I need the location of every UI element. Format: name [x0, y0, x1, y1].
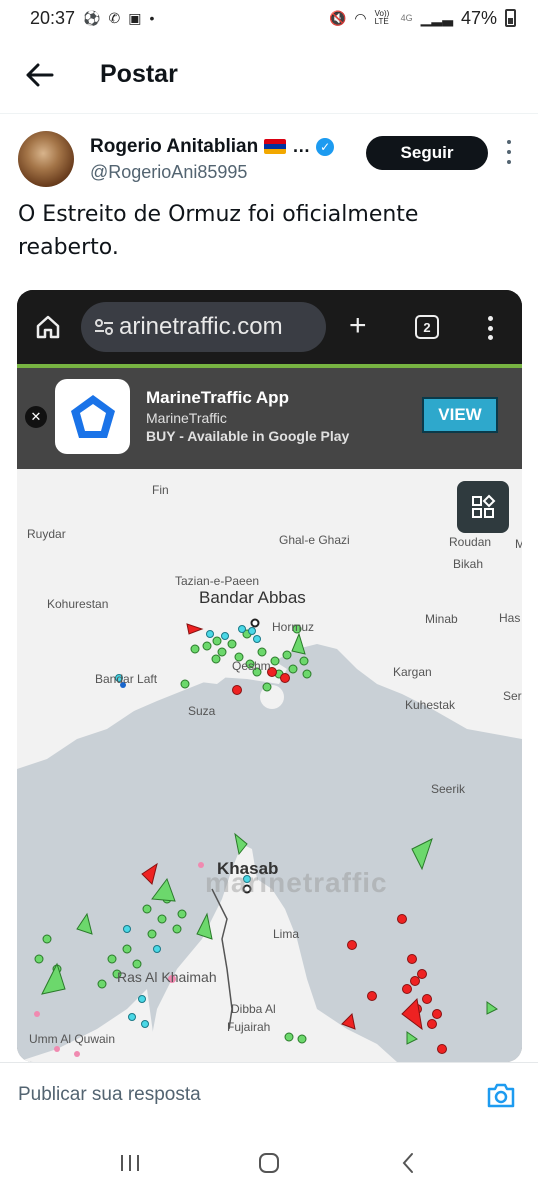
map-label-ruydar: Ruydar — [27, 527, 66, 541]
follow-button[interactable]: Seguir — [366, 136, 488, 170]
map-label-bandar-laft: Bandar Laft — [95, 672, 158, 686]
map-label-ras-al-khaimah: Ras Al Khaimah — [117, 969, 217, 985]
banner-publisher: MarineTraffic — [146, 410, 227, 426]
back-nav-button[interactable] — [388, 1143, 428, 1183]
notification-dot-icon: • — [149, 10, 155, 26]
map-label-minab: Minab — [425, 612, 458, 626]
reply-input[interactable]: Publicar sua resposta — [18, 1084, 201, 1106]
camera-icon[interactable] — [486, 1081, 516, 1109]
signal-icon: ▁▂▃ — [420, 9, 453, 26]
verified-badge-icon: ✓ — [316, 137, 335, 156]
marinetraffic-logo — [55, 379, 130, 454]
map-label-khasab: Khasab — [217, 859, 279, 878]
gallery-icon: ▣ — [128, 9, 142, 26]
post-text: O Estreito de Ormuz foi oficialmente rea… — [18, 202, 419, 260]
map-label-fujairah: Fujairah — [227, 1020, 271, 1034]
port-bandar-abbas — [250, 618, 260, 628]
post-image[interactable]: arinetraffic.com + 2 ✕ MarineTraffic App… — [17, 290, 522, 1062]
home-icon — [36, 315, 60, 339]
map: Fin Ruydar Ghal-e Ghazi Roudan Bikah M T… — [17, 469, 522, 1062]
map-label-umm-al-quwain: Umm Al Quwain — [29, 1032, 116, 1046]
post-author: Rogerio Anitablian … ✓ @RogerioAni85995 … — [18, 128, 522, 190]
map-label-seerik: Seerik — [431, 782, 466, 796]
status-bar: 20:37 ⚽ ✆ ▣ • 🔇 ◠ Vo)) LTE 4G ▁▂▃ 47% — [0, 0, 538, 36]
map-label-qeshm: Qeshm — [232, 659, 271, 673]
arrow-left-icon — [26, 63, 54, 86]
status-right: 🔇 ◠ Vo)) LTE 4G ▁▂▃ 47% — [329, 8, 516, 29]
name-ellipsis: … — [292, 136, 311, 156]
more-options-icon[interactable] — [506, 140, 512, 164]
pentagon-logo-icon — [70, 394, 115, 438]
map-label-bandar-abbas: Bandar Abbas — [199, 588, 306, 607]
banner-title: MarineTraffic App — [146, 388, 289, 407]
browser-toolbar: arinetraffic.com + 2 — [17, 290, 522, 364]
close-icon: ✕ — [25, 406, 47, 428]
new-tab-icon: + — [349, 309, 367, 342]
map-layers-button — [457, 481, 509, 533]
url-bar: arinetraffic.com — [81, 302, 326, 352]
map-label-fin: Fin — [152, 483, 169, 497]
app-install-banner: ✕ MarineTraffic App MarineTraffic BUY - … — [17, 368, 522, 469]
banner-cta: BUY - Available in Google Play — [146, 428, 350, 444]
volte-icon: Vo)) LTE — [374, 9, 390, 26]
site-settings-icon — [95, 319, 113, 335]
map-label-roudan: Roudan — [449, 535, 492, 549]
back-nav-icon — [402, 1152, 414, 1173]
wifi-icon: ◠ — [354, 9, 367, 26]
map-label-has: Has — [499, 611, 521, 625]
soccer-ball-icon: ⚽ — [83, 9, 101, 26]
recent-apps-icon — [120, 1154, 139, 1171]
url-text: arinetraffic.com — [119, 313, 283, 340]
tab-count-icon: 2 — [415, 315, 439, 339]
map-label-kuhestak: Kuhestak — [405, 698, 456, 712]
map-label-suza: Suza — [188, 704, 216, 718]
recent-apps-button[interactable] — [110, 1143, 150, 1183]
battery-percent: 47% — [460, 7, 497, 28]
map-label-kargan: Kargan — [393, 665, 432, 679]
author-name: Rogerio Anitablian — [90, 135, 259, 157]
map-label-lima: Lima — [273, 927, 300, 941]
map-label-bikah: Bikah — [453, 557, 484, 571]
map-label-kohurestan: Kohurestan — [47, 597, 109, 611]
page-title: Postar — [100, 60, 178, 88]
status-left: 20:37 ⚽ ✆ ▣ • — [30, 8, 154, 29]
whatsapp-icon: ✆ — [108, 9, 121, 26]
map-label-ser: Ser — [503, 689, 522, 703]
mute-icon: 🔇 — [328, 9, 347, 26]
back-button[interactable] — [20, 55, 60, 95]
layers-icon — [472, 494, 496, 518]
network-type: 4G — [400, 13, 413, 23]
author-name-line[interactable]: Rogerio Anitablian … ✓ — [90, 136, 340, 158]
map-label-dibba: Dibba Al — [231, 1002, 276, 1016]
reply-bar: Publicar sua resposta — [0, 1062, 538, 1126]
view-button: VIEW — [422, 397, 498, 433]
map-label-hormuz: Hormuz — [272, 620, 315, 634]
author-names: Rogerio Anitablian … ✓ @RogerioAni85995 — [90, 136, 340, 183]
banner-texts: MarineTraffic App MarineTraffic BUY - Av… — [146, 388, 349, 444]
system-nav-bar — [0, 1126, 538, 1199]
browser-menu-icon — [487, 316, 493, 340]
home-nav-icon — [258, 1152, 279, 1173]
author-handle[interactable]: @RogerioAni85995 — [90, 162, 340, 183]
map-shapes — [17, 469, 522, 1062]
status-time: 20:37 — [30, 7, 76, 28]
avatar[interactable] — [18, 131, 74, 187]
map-label-m: M — [515, 537, 522, 551]
map-label-tazian: Tazian-e-Paeen — [175, 574, 260, 588]
armenia-flag-icon — [264, 139, 287, 154]
battery-icon — [505, 9, 516, 27]
map-label-ghal-e-ghazi: Ghal-e Ghazi — [279, 533, 350, 547]
app-header: Postar — [0, 36, 538, 114]
home-nav-button[interactable] — [249, 1143, 289, 1183]
